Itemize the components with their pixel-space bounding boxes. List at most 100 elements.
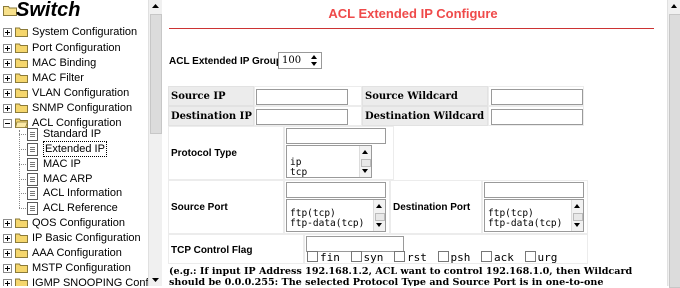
tree-scrollbar[interactable] bbox=[148, 0, 162, 286]
checkbox[interactable] bbox=[350, 251, 362, 262]
expand-icon[interactable] bbox=[3, 74, 12, 83]
tree-connector bbox=[19, 193, 26, 194]
expand-icon[interactable] bbox=[3, 104, 12, 113]
spinner-icon[interactable] bbox=[310, 55, 319, 66]
tree-item-label: AAA Configuration bbox=[32, 247, 122, 259]
tree-item-label: Standard IP bbox=[43, 128, 102, 140]
scroll-down-icon[interactable] bbox=[362, 169, 368, 173]
document-icon bbox=[27, 187, 38, 200]
tree-item-label: QOS Configuration bbox=[32, 217, 125, 229]
expand-icon[interactable] bbox=[3, 28, 12, 37]
scroll-thumb[interactable] bbox=[375, 213, 385, 221]
tcp-flag-cell: fin syn rst psh ack urg bbox=[304, 234, 588, 264]
document-icon bbox=[27, 158, 38, 171]
page-scrollbar-thumb[interactable] bbox=[669, 14, 680, 288]
title-divider bbox=[169, 28, 654, 29]
tree-connector bbox=[19, 130, 20, 208]
tree-scrollbar-thumb[interactable] bbox=[150, 14, 162, 134]
tcp-flag-ack-label: ack bbox=[494, 251, 514, 264]
protocol-type-input[interactable] bbox=[286, 128, 386, 144]
navigation-tree: Switch System Configuration Port Configu… bbox=[0, 0, 148, 286]
expand-icon[interactable] bbox=[3, 44, 12, 53]
source-port-input[interactable] bbox=[286, 182, 386, 198]
tcp-flag-label: TCP Control Flag bbox=[171, 245, 253, 256]
expand-icon[interactable] bbox=[3, 249, 12, 258]
destination-port-input[interactable] bbox=[484, 182, 584, 198]
help-note: (e.g.: If input IP Address 192.168.1.2, … bbox=[169, 266, 633, 286]
checkbox[interactable] bbox=[437, 251, 449, 262]
source-port-option-ftp-data[interactable]: ftp-data(tcp) bbox=[290, 218, 364, 229]
expand-icon[interactable] bbox=[3, 219, 12, 228]
source-ip-cell bbox=[254, 86, 362, 106]
folder-open-icon bbox=[15, 118, 28, 128]
main-content: ACL Extended IP Configure ACL Extended I… bbox=[163, 0, 680, 286]
group-num-value: 100 bbox=[282, 55, 302, 66]
protocol-type-list[interactable]: ip tcp bbox=[286, 145, 372, 178]
source-wildcard-label: Source Wildcard bbox=[365, 91, 458, 102]
collapse-icon[interactable] bbox=[3, 119, 12, 128]
document-icon bbox=[27, 128, 38, 141]
checkbox[interactable] bbox=[481, 251, 492, 262]
protocol-list-scrollbar[interactable] bbox=[359, 146, 371, 177]
tree-item-label: MSTP Configuration bbox=[32, 262, 131, 274]
expand-icon[interactable] bbox=[3, 89, 12, 98]
source-wildcard-label-cell: Source Wildcard bbox=[362, 86, 488, 106]
folder-icon bbox=[15, 103, 28, 113]
folder-icon bbox=[15, 278, 28, 286]
folder-icon bbox=[15, 263, 28, 273]
source-wildcard-input[interactable] bbox=[491, 89, 583, 105]
scroll-down-icon[interactable] bbox=[149, 273, 162, 286]
expand-icon[interactable] bbox=[3, 234, 12, 243]
tree-item-label: ACL Information bbox=[43, 187, 123, 199]
source-port-list-scrollbar[interactable] bbox=[373, 200, 385, 231]
destination-ip-cell bbox=[254, 106, 362, 126]
expand-icon[interactable] bbox=[3, 264, 12, 273]
destination-ip-input[interactable] bbox=[256, 109, 348, 125]
scroll-up-icon[interactable] bbox=[149, 0, 162, 13]
tcp-flag-options: fin syn rst psh ack urg bbox=[307, 251, 561, 264]
scroll-down-icon[interactable] bbox=[376, 223, 382, 227]
checkbox[interactable] bbox=[394, 251, 405, 262]
expand-icon[interactable] bbox=[3, 59, 12, 68]
tcp-flag-urg[interactable]: urg bbox=[524, 251, 557, 264]
tcp-flag-fin-label: fin bbox=[320, 251, 340, 264]
destination-port-label-cell: Destination Port bbox=[390, 180, 482, 234]
page-scrollbar[interactable] bbox=[667, 0, 680, 288]
tcp-flag-syn[interactable]: syn bbox=[350, 251, 383, 264]
tcp-flag-input[interactable] bbox=[306, 236, 404, 252]
source-port-list[interactable]: ftp(tcp) ftp-data(tcp) bbox=[286, 199, 386, 232]
destination-port-cell: ftp(tcp) ftp-data(tcp) bbox=[482, 180, 588, 234]
source-ip-label: Source IP bbox=[171, 91, 226, 102]
tree-item-label: IP Basic Configuration bbox=[32, 232, 141, 244]
expand-icon[interactable] bbox=[3, 279, 12, 286]
scroll-thumb[interactable] bbox=[361, 159, 371, 167]
scroll-thumb[interactable] bbox=[573, 213, 583, 221]
source-ip-label-cell: Source IP bbox=[168, 86, 254, 106]
checkbox[interactable] bbox=[524, 251, 536, 262]
scroll-up-icon[interactable] bbox=[362, 150, 368, 154]
tcp-flag-rst[interactable]: rst bbox=[394, 251, 427, 264]
tree-item-label: SNMP Configuration bbox=[32, 102, 133, 114]
destination-port-list-scrollbar[interactable] bbox=[571, 200, 583, 231]
scroll-up-icon[interactable] bbox=[574, 204, 580, 208]
scroll-up-icon[interactable] bbox=[376, 204, 382, 208]
destination-wildcard-cell bbox=[488, 106, 584, 126]
group-num-select[interactable]: 100 bbox=[278, 52, 322, 69]
protocol-option-tcp[interactable]: tcp bbox=[290, 167, 307, 178]
checkbox[interactable] bbox=[307, 251, 318, 262]
tcp-flag-ack[interactable]: ack bbox=[481, 251, 514, 264]
tcp-flag-psh[interactable]: psh bbox=[437, 251, 470, 264]
destination-wildcard-input[interactable] bbox=[491, 109, 583, 125]
scroll-down-icon[interactable] bbox=[574, 223, 580, 227]
tree-connector bbox=[19, 208, 26, 209]
source-port-label-cell: Source Port bbox=[168, 180, 284, 234]
tree-item-label: IGMP SNOOPING Config bbox=[32, 277, 148, 286]
document-icon bbox=[27, 173, 38, 186]
destination-port-list[interactable]: ftp(tcp) ftp-data(tcp) bbox=[484, 199, 584, 232]
tcp-flag-fin[interactable]: fin bbox=[307, 251, 340, 264]
source-ip-input[interactable] bbox=[256, 89, 348, 105]
tcp-flag-label-cell: TCP Control Flag bbox=[168, 234, 304, 264]
scroll-up-icon[interactable] bbox=[671, 4, 677, 8]
protocol-type-cell: ip tcp bbox=[284, 126, 394, 180]
destination-port-option-ftp-data[interactable]: ftp-data(tcp) bbox=[488, 218, 562, 229]
